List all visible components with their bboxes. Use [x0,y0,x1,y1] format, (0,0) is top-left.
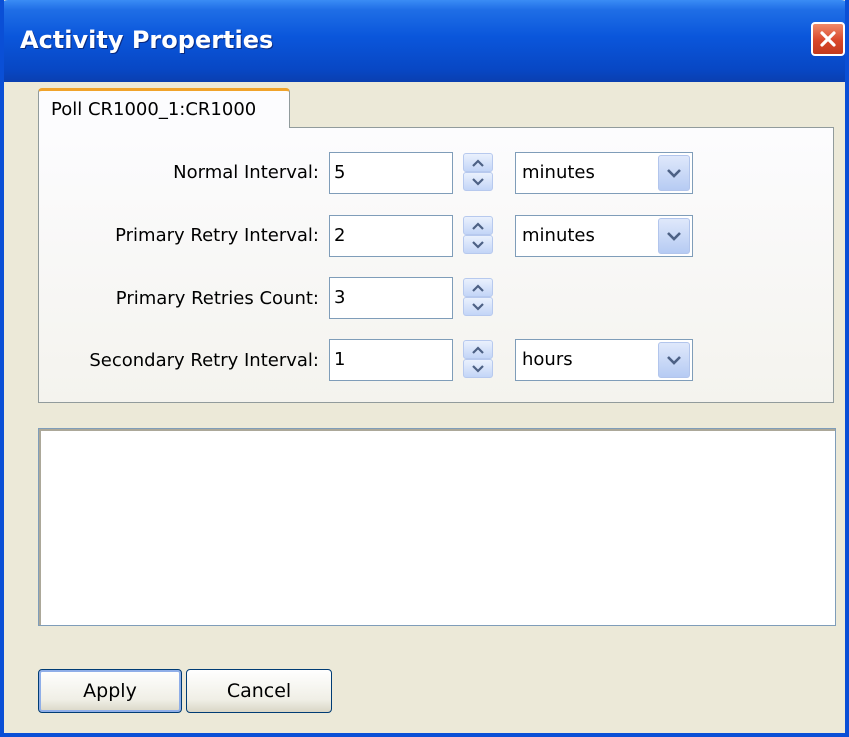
primary-retries-count-spinner[interactable] [463,278,493,316]
chevron-down-icon [472,302,484,311]
normal-interval-label: Normal Interval: [173,162,319,183]
tab-panel: Normal Interval: 5 minutes Primary Retry… [38,127,834,403]
chevron-down-icon [667,168,681,178]
primary-retries-count-label: Primary Retries Count: [115,288,319,309]
spin-up-button[interactable] [463,340,493,359]
normal-interval-spinner[interactable] [463,153,493,191]
spin-up-button[interactable] [463,278,493,297]
window-title: Activity Properties [20,26,274,54]
chevron-down-icon [667,231,681,241]
spin-down-button[interactable] [463,297,493,316]
chevron-down-icon [667,355,681,365]
primary-retry-interval-unit-select[interactable]: minutes [515,215,693,257]
select-value: hours [522,349,573,370]
primary-retries-count-input[interactable]: 3 [329,277,453,319]
chevron-up-icon [472,158,484,167]
chevron-down-icon [472,177,484,186]
primary-retry-interval-input[interactable]: 2 [329,215,453,257]
tab-label: Poll CR1000_1:CR1000 [51,99,257,120]
select-value: minutes [522,162,595,183]
secondary-retry-interval-unit-select[interactable]: hours [515,339,693,381]
chevron-down-icon [472,364,484,373]
spin-up-button[interactable] [463,216,493,235]
dropdown-button[interactable] [658,218,690,254]
spin-down-button[interactable] [463,172,493,191]
close-icon [818,29,838,49]
primary-retry-interval-spinner[interactable] [463,216,493,254]
cancel-button[interactable]: Cancel [186,669,332,713]
secondary-retry-interval-input[interactable]: 1 [329,339,453,381]
title-bar[interactable]: Activity Properties [4,0,845,82]
normal-interval-unit-select[interactable]: minutes [515,152,693,194]
activity-properties-dialog: Activity Properties Poll CR1000_1:CR1000… [0,0,849,737]
chevron-up-icon [472,283,484,292]
secondary-retry-interval-spinner[interactable] [463,340,493,378]
secondary-retry-interval-label: Secondary Retry Interval: [89,350,319,371]
log-text-area[interactable] [38,428,836,626]
tab-poll-cr1000[interactable]: Poll CR1000_1:CR1000 [38,88,290,128]
primary-retry-interval-label: Primary Retry Interval: [115,225,319,246]
close-button[interactable] [811,22,845,56]
normal-interval-input[interactable]: 5 [329,152,453,194]
chevron-down-icon [472,240,484,249]
spin-down-button[interactable] [463,235,493,254]
spin-up-button[interactable] [463,153,493,172]
chevron-up-icon [472,345,484,354]
dropdown-button[interactable] [658,155,690,191]
spin-down-button[interactable] [463,359,493,378]
chevron-up-icon [472,221,484,230]
select-value: minutes [522,225,595,246]
dropdown-button[interactable] [658,342,690,378]
apply-button[interactable]: Apply [38,669,182,713]
